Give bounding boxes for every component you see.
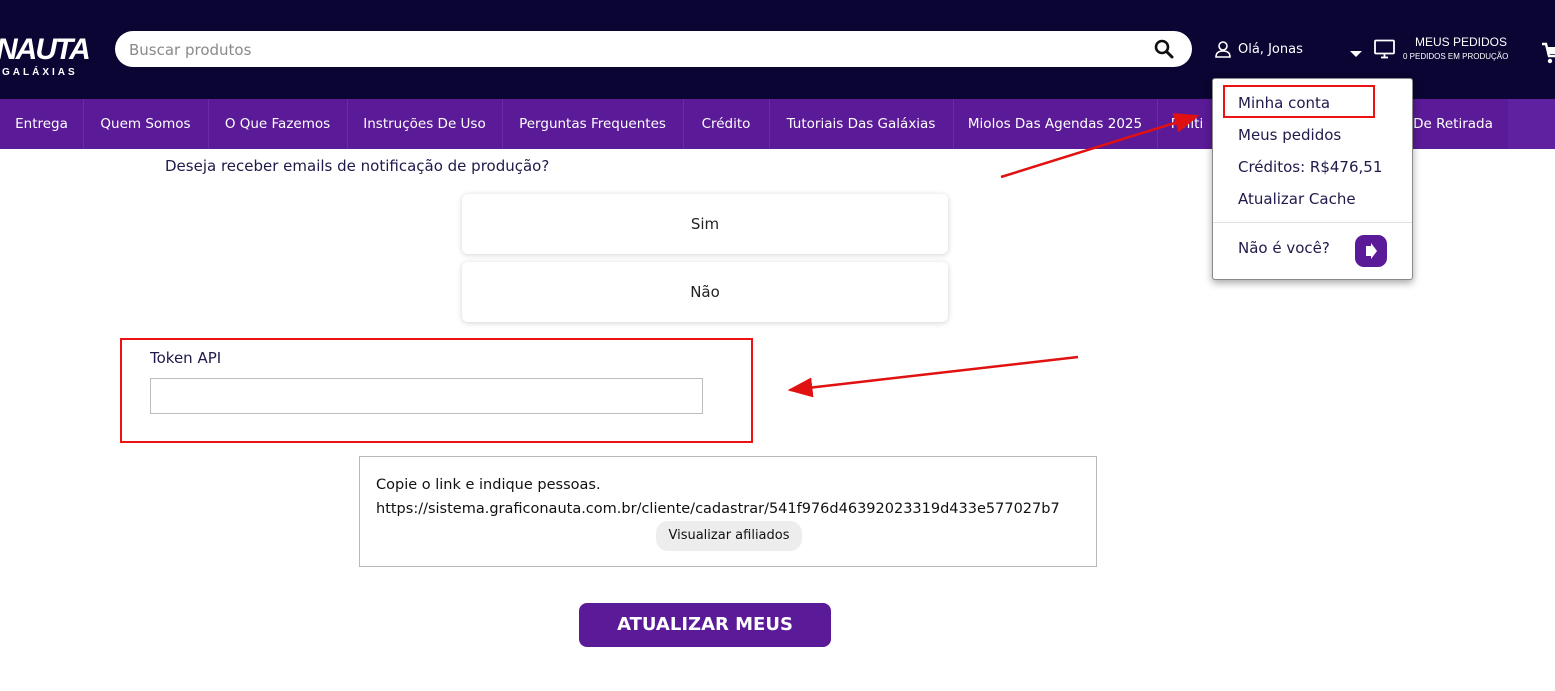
menu-item-meus-pedidos[interactable]: Meus pedidos <box>1238 126 1341 144</box>
search-bar <box>115 31 1192 69</box>
logout-button[interactable] <box>1355 235 1387 267</box>
search-input[interactable] <box>127 31 1141 69</box>
menu-item-creditos[interactable]: Créditos: R$476,51 <box>1238 158 1382 176</box>
nav-item-o-que-fazemos[interactable]: O Que Fazemos <box>208 99 348 149</box>
nav-item-de-retirada[interactable]: De Retirada <box>1398 99 1508 149</box>
option-sim-button[interactable]: Sim <box>462 194 948 254</box>
nav-item-perguntas-frequentes[interactable]: Perguntas Frequentes <box>502 99 684 149</box>
referral-text: Copie o link e indique pessoas. <box>376 477 601 493</box>
token-api-label: Token API <box>150 349 222 367</box>
nav-item-tutoriais[interactable]: Tutoriais Das Galáxias <box>769 99 954 149</box>
user-icon <box>1214 40 1232 58</box>
nav-item-credito[interactable]: Crédito <box>683 99 770 149</box>
nav-item-quem-somos[interactable]: Quem Somos <box>83 99 209 149</box>
logo-sub-text: GALÁXIAS <box>2 67 78 78</box>
nav-item-miolos-agendas[interactable]: Miolos Das Agendas 2025 <box>953 99 1158 149</box>
menu-divider <box>1213 222 1412 223</box>
view-affiliates-button[interactable]: Visualizar afiliados <box>656 521 802 551</box>
arrow-to-token-api <box>787 355 1079 398</box>
brand-logo[interactable]: NAUTA GALÁXIAS <box>0 35 91 80</box>
logout-icon <box>1355 243 1387 271</box>
nav-item-politica[interactable]: Políti <box>1157 99 1217 149</box>
not-you-text: Não é você? <box>1238 239 1330 257</box>
user-dropdown-menu: Minha conta Meus pedidos Créditos: R$476… <box>1212 78 1413 280</box>
search-icon[interactable] <box>1153 38 1175 60</box>
nav-item-instrucoes-de-uso[interactable]: Instruções De Uso <box>347 99 503 149</box>
orders-subtitle: 0 PEDIDOS EM PRODUÇÃO <box>1403 52 1509 61</box>
menu-item-minha-conta[interactable]: Minha conta <box>1238 94 1330 112</box>
menu-item-atualizar-cache[interactable]: Atualizar Cache <box>1238 190 1356 208</box>
logo-main-text: NAUTA <box>0 33 91 66</box>
option-nao-button[interactable]: Não <box>462 262 948 322</box>
token-api-input[interactable] <box>150 378 703 414</box>
cart-icon[interactable] <box>1540 40 1555 66</box>
nav-item-entrega[interactable]: Entrega <box>0 99 84 149</box>
chevron-down-icon[interactable] <box>1349 44 1363 57</box>
notification-question: Deseja receber emails de notificação de … <box>165 157 550 175</box>
nav-tail <box>1508 99 1555 149</box>
referral-link[interactable]: https://sistema.graficonauta.com.br/clie… <box>376 501 1060 517</box>
user-greeting: Olá, Jonas <box>1238 41 1303 57</box>
orders-title: MEUS PEDIDOS <box>1415 35 1508 49</box>
user-menu-toggle[interactable]: Olá, Jonas <box>1214 38 1303 60</box>
my-orders-link[interactable]: MEUS PEDIDOS 0 PEDIDOS EM PRODUÇÃO <box>1373 34 1533 68</box>
update-data-button[interactable]: ATUALIZAR MEUS DADOS <box>579 603 831 679</box>
monitor-icon <box>1373 39 1397 59</box>
